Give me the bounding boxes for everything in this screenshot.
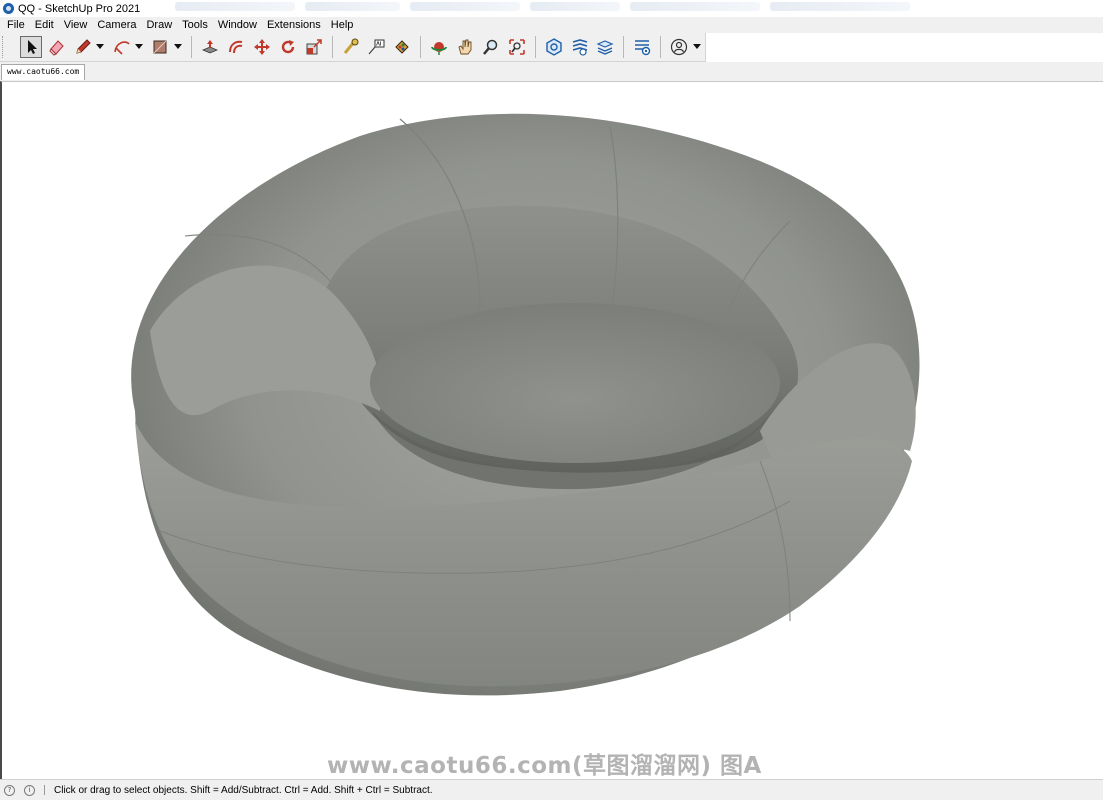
account-icon xyxy=(671,38,688,56)
pan-icon xyxy=(458,39,472,55)
scale-tool-button[interactable] xyxy=(303,36,325,58)
orbit-tool-button[interactable] xyxy=(428,36,450,58)
rotate-icon xyxy=(281,40,294,54)
zoom-tool-button[interactable] xyxy=(480,36,502,58)
arc-tool-dropdown[interactable] xyxy=(134,36,143,58)
chevron-down-icon xyxy=(692,44,701,49)
toolbar-separator xyxy=(191,36,193,58)
sketchup-app-icon xyxy=(3,3,14,14)
pan-tool-button[interactable] xyxy=(454,36,476,58)
3d-warehouse-button[interactable] xyxy=(543,36,565,58)
orbit-icon xyxy=(431,42,448,55)
zoom-extents-icon xyxy=(508,39,525,55)
chevron-down-icon xyxy=(173,44,182,49)
background-windows xyxy=(175,2,1103,15)
text-tool-button[interactable] xyxy=(365,36,387,58)
toolbar-grip[interactable] xyxy=(2,36,6,58)
warehouse-icon xyxy=(545,38,562,56)
rectangle-icon xyxy=(153,40,167,54)
info-icon[interactable]: i xyxy=(24,784,35,796)
toolbar-separator xyxy=(534,36,536,58)
menu-file[interactable]: File xyxy=(2,19,30,31)
geolocation-icon[interactable]: ? xyxy=(4,784,15,796)
menu-bar: File Edit View Camera Draw Tools Window … xyxy=(0,17,1103,33)
move-icon xyxy=(253,39,270,55)
extension-manager-icon xyxy=(635,40,651,56)
extension-warehouse-button[interactable] xyxy=(569,36,591,58)
select-icon xyxy=(27,40,37,54)
offset-icon xyxy=(229,40,243,54)
scene-tab[interactable]: www.caotu66.com xyxy=(1,64,86,80)
bean-bag-chair-model xyxy=(131,113,920,696)
layout-icon xyxy=(596,40,614,55)
paint-bucket-tool-button[interactable] xyxy=(391,36,413,58)
zoom-icon xyxy=(482,39,498,55)
chevron-down-icon xyxy=(134,44,143,49)
paint-bucket-icon xyxy=(395,40,410,54)
line-tool-dropdown[interactable] xyxy=(96,36,105,58)
offset-tool-button[interactable] xyxy=(225,36,247,58)
menu-window[interactable]: Window xyxy=(213,19,262,31)
pencil-line-icon xyxy=(76,39,91,54)
toolbar-separator xyxy=(331,36,333,58)
menu-edit[interactable]: Edit xyxy=(30,19,59,31)
menu-view[interactable]: View xyxy=(59,19,93,31)
chevron-down-icon xyxy=(96,44,105,49)
rotate-tool-button[interactable] xyxy=(277,36,299,58)
tape-measure-icon xyxy=(343,38,359,54)
drawing-viewport[interactable]: www.caotu66.com(草图溜溜网) 图A xyxy=(0,81,1103,779)
title-bar: QQ - SketchUp Pro 2021 xyxy=(0,0,1103,17)
status-message: Click or drag to select objects. Shift =… xyxy=(54,784,433,796)
tape-measure-tool-button[interactable] xyxy=(340,36,362,58)
extension-manager-button[interactable] xyxy=(631,36,653,58)
scale-icon xyxy=(306,39,322,55)
menu-camera[interactable]: Camera xyxy=(92,19,141,31)
select-tool-button[interactable] xyxy=(19,36,42,58)
toolbar-separator xyxy=(420,36,422,58)
toolbar-separator xyxy=(660,36,662,58)
layout-button[interactable] xyxy=(594,36,616,58)
extension-warehouse-icon xyxy=(572,39,587,56)
toolbar-separator xyxy=(623,36,625,58)
menu-help[interactable]: Help xyxy=(326,19,359,31)
push-pull-tool-button[interactable] xyxy=(199,36,221,58)
push-pull-icon xyxy=(202,40,219,54)
rectangle-tool-dropdown[interactable] xyxy=(173,36,182,58)
eraser-icon xyxy=(49,40,64,56)
getting-started-toolbar xyxy=(0,33,706,62)
rectangle-tool-button[interactable] xyxy=(149,36,171,58)
text-icon xyxy=(369,39,385,55)
menu-draw[interactable]: Draw xyxy=(141,19,177,31)
move-tool-button[interactable] xyxy=(251,36,273,58)
scene-tab-strip: www.caotu66.com xyxy=(0,62,1103,81)
arc-icon xyxy=(113,41,130,55)
zoom-extents-tool-button[interactable] xyxy=(506,36,528,58)
status-bar: ? i Click or drag to select objects. Shi… xyxy=(0,779,1103,800)
line-tool-button[interactable] xyxy=(72,36,94,58)
menu-tools[interactable]: Tools xyxy=(177,19,213,31)
menu-extensions[interactable]: Extensions xyxy=(262,19,326,31)
watermark-text: www.caotu66.com(草图溜溜网) 图A xyxy=(327,753,762,779)
arc-tool-button[interactable] xyxy=(111,36,133,58)
window-title: QQ - SketchUp Pro 2021 xyxy=(18,2,141,15)
eraser-tool-button[interactable] xyxy=(46,36,68,58)
status-separator xyxy=(44,785,45,795)
account-button[interactable] xyxy=(668,36,690,58)
account-dropdown[interactable] xyxy=(692,36,701,58)
seat-cushion xyxy=(370,303,780,463)
